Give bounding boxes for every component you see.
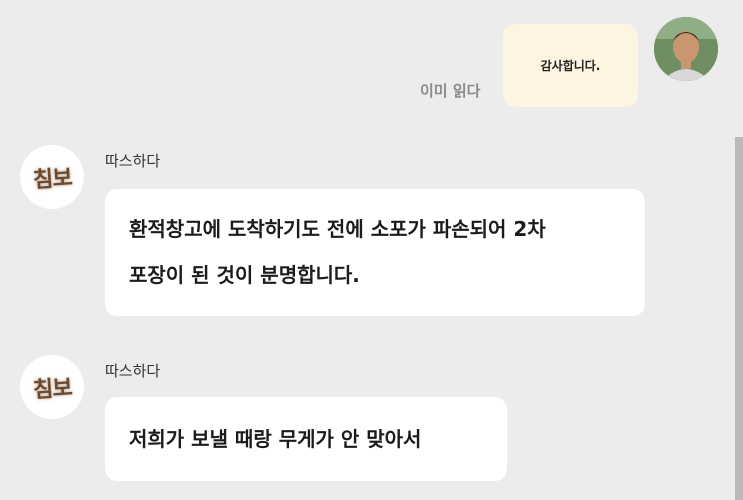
outgoing-message-bubble[interactable]: 감사합니다.: [503, 24, 638, 107]
sender-avatar-logo: 침보: [32, 374, 73, 404]
sender-avatar[interactable]: 침보: [20, 355, 84, 419]
sender-name: 따스하다: [105, 362, 161, 380]
sender-name: 따스하다: [105, 152, 161, 170]
scrollbar[interactable]: [735, 137, 743, 500]
sender-avatar[interactable]: 침보: [20, 145, 84, 209]
incoming-message-text: 환적창고에 도착하기도 전에 소포가 파손되어 2차 포장이 된 것이 분명합니…: [129, 217, 546, 287]
incoming-message-bubble[interactable]: 저희가 보낼 때랑 무게가 안 맞아서: [105, 397, 507, 481]
my-avatar[interactable]: [654, 17, 718, 81]
outgoing-message-text: 감사합니다.: [540, 59, 601, 73]
chat-thread: 이미 읽다 감사합니다. 침보 따스하다 환적창고에 도착하기도 전에 소포가 …: [0, 0, 743, 500]
sender-avatar-logo: 침보: [32, 164, 73, 194]
user-photo-icon: [654, 17, 718, 81]
incoming-message-bubble[interactable]: 환적창고에 도착하기도 전에 소포가 파손되어 2차 포장이 된 것이 분명합니…: [105, 189, 645, 316]
read-receipt: 이미 읽다: [420, 82, 481, 100]
incoming-message-text: 저희가 보낼 때랑 무게가 안 맞아서: [129, 427, 422, 451]
